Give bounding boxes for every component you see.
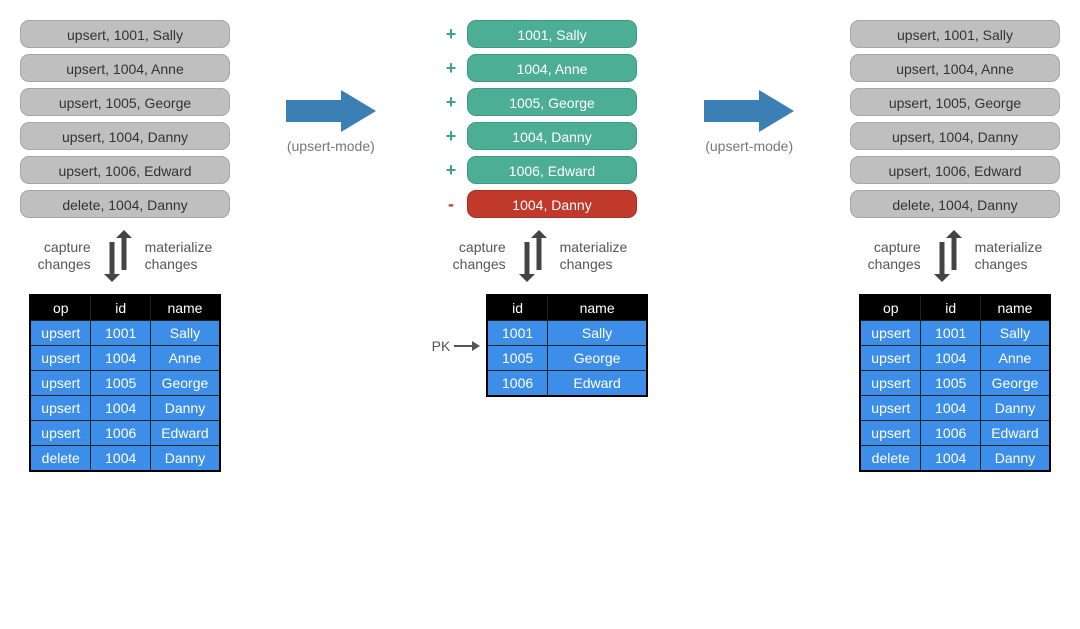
table-row: delete1004Danny [30, 446, 219, 472]
table-row: upsert1001Sally [30, 321, 219, 346]
double-arrow-icon [516, 230, 550, 282]
table-row: upsert1004Anne [30, 346, 219, 371]
col-header: name [151, 295, 220, 321]
capture-label: capture changes [868, 239, 921, 273]
list-item: upsert, 1005, George [850, 88, 1060, 116]
col-header: id [487, 295, 547, 321]
table-row: 1005George [487, 346, 647, 371]
list-item: delete, 1004, Danny [850, 190, 1060, 218]
col-header: op [860, 295, 920, 321]
mid-table: id name 1001Sally 1005George 1006Edward [486, 294, 648, 397]
list-item: upsert, 1004, Danny [850, 122, 1060, 150]
arrow-right-small-icon [454, 339, 480, 353]
middle-column: +1001, Sally +1004, Anne +1005, George +… [432, 20, 649, 397]
plus-icon: + [443, 24, 459, 45]
arrow-right-icon [286, 90, 376, 132]
list-item: upsert, 1004, Danny [20, 122, 230, 150]
double-arrow-icon [931, 230, 965, 282]
table-row: upsert1005George [860, 371, 1049, 396]
capture-label: capture changes [38, 239, 91, 273]
arrow-label: (upsert-mode) [705, 138, 793, 154]
plus-icon: + [443, 126, 459, 147]
mid-exchange: capture changes materialize changes [453, 230, 628, 282]
list-item: +1004, Anne [435, 54, 645, 82]
table-row: upsert1004Danny [860, 396, 1049, 421]
arrow-1: (upsert-mode) [286, 90, 376, 154]
right-pill-stack: upsert, 1001, Sally upsert, 1004, Anne u… [850, 20, 1060, 218]
right-table: op id name upsert1001Sally upsert1004Ann… [859, 294, 1050, 472]
right-column: upsert, 1001, Sally upsert, 1004, Anne u… [850, 20, 1060, 472]
plus-icon: + [443, 92, 459, 113]
left-table: op id name upsert1001Sally upsert1004Ann… [29, 294, 220, 472]
mid-pill-stack: +1001, Sally +1004, Anne +1005, George +… [435, 20, 645, 218]
minus-icon: - [443, 194, 459, 215]
list-item: upsert, 1004, Anne [20, 54, 230, 82]
table-row: delete1004Danny [860, 446, 1049, 472]
arrow-label: (upsert-mode) [287, 138, 375, 154]
table-row: upsert1004Anne [860, 346, 1049, 371]
col-header: op [30, 295, 90, 321]
table-row: upsert1004Danny [30, 396, 219, 421]
table-row: upsert1005George [30, 371, 219, 396]
list-item: +1006, Edward [435, 156, 645, 184]
plus-icon: + [443, 160, 459, 181]
mid-table-wrap: PK id name 1001Sally 1005George 1006Edwa… [432, 294, 649, 397]
list-item: +1001, Sally [435, 20, 645, 48]
col-header: id [921, 295, 981, 321]
col-header: name [981, 295, 1050, 321]
left-exchange: capture changes materialize changes [38, 230, 213, 282]
table-row: upsert1001Sally [860, 321, 1049, 346]
list-item: upsert, 1001, Sally [850, 20, 1060, 48]
list-item: delete, 1004, Danny [20, 190, 230, 218]
col-header: id [91, 295, 151, 321]
double-arrow-icon [101, 230, 135, 282]
table-row: 1006Edward [487, 371, 647, 397]
materialize-label: materialize changes [975, 239, 1043, 273]
arrow-right-icon [704, 90, 794, 132]
left-pill-stack: upsert, 1001, Sally upsert, 1004, Anne u… [20, 20, 230, 218]
list-item: upsert, 1006, Edward [850, 156, 1060, 184]
list-item: upsert, 1001, Sally [20, 20, 230, 48]
materialize-label: materialize changes [560, 239, 628, 273]
plus-icon: + [443, 58, 459, 79]
list-item: upsert, 1006, Edward [20, 156, 230, 184]
arrow-2: (upsert-mode) [704, 90, 794, 154]
left-column: upsert, 1001, Sally upsert, 1004, Anne u… [20, 20, 230, 472]
list-item: -1004, Danny [435, 190, 645, 218]
list-item: +1005, George [435, 88, 645, 116]
table-row: upsert1006Edward [860, 421, 1049, 446]
col-header: name [547, 295, 647, 321]
diagram-root: upsert, 1001, Sally upsert, 1004, Anne u… [20, 20, 1060, 472]
table-row: 1001Sally [487, 321, 647, 346]
right-exchange: capture changes materialize changes [868, 230, 1043, 282]
capture-label: capture changes [453, 239, 506, 273]
list-item: upsert, 1005, George [20, 88, 230, 116]
list-item: +1004, Danny [435, 122, 645, 150]
materialize-label: materialize changes [145, 239, 213, 273]
list-item: upsert, 1004, Anne [850, 54, 1060, 82]
pk-label: PK [432, 338, 481, 354]
table-row: upsert1006Edward [30, 421, 219, 446]
